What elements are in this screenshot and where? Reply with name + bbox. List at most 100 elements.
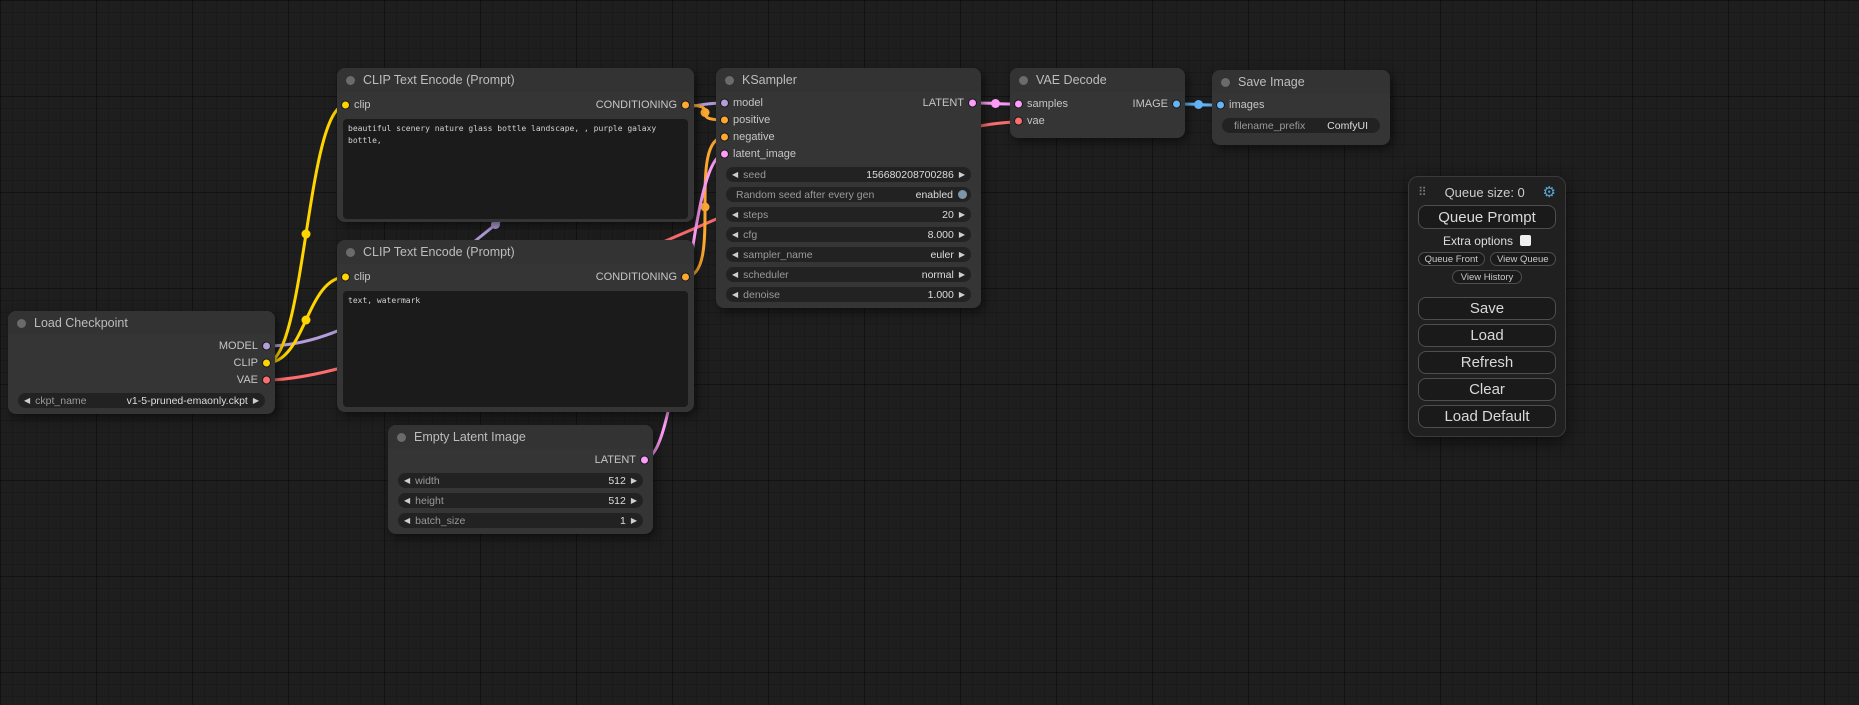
output-port-vae[interactable] bbox=[262, 375, 271, 384]
link-midpoint-dot bbox=[302, 230, 311, 239]
node-title-bar[interactable]: Save Image bbox=[1212, 70, 1390, 94]
refresh-button[interactable]: Refresh bbox=[1418, 351, 1556, 374]
increment-icon[interactable]: ▶ bbox=[959, 251, 965, 259]
widget-denoise[interactable]: ◀ denoise 1.000 ▶ bbox=[726, 287, 971, 302]
queue-front-button[interactable]: Queue Front bbox=[1418, 252, 1485, 266]
decrement-icon[interactable]: ◀ bbox=[732, 231, 738, 239]
load-button[interactable]: Load bbox=[1418, 324, 1556, 347]
node-title: Load Checkpoint bbox=[34, 316, 128, 330]
slot-row-vae: vae bbox=[1010, 112, 1185, 129]
decrement-icon[interactable]: ◀ bbox=[24, 397, 30, 405]
node-title-bar[interactable]: VAE Decode bbox=[1010, 68, 1185, 92]
queue-panel: ⠿ Queue size: 0 ⚙ Queue Prompt Extra opt… bbox=[1408, 176, 1566, 437]
input-port-positive[interactable] bbox=[720, 115, 729, 124]
node-clip-text-encode-negative[interactable]: CLIP Text Encode (Prompt) clip CONDITION… bbox=[337, 240, 694, 412]
save-button[interactable]: Save bbox=[1418, 297, 1556, 320]
input-port-clip[interactable] bbox=[341, 101, 350, 110]
slot-row-clip-conditioning: clip CONDITIONING bbox=[337, 95, 694, 115]
view-history-button[interactable]: View History bbox=[1452, 270, 1522, 284]
decrement-icon[interactable]: ◀ bbox=[732, 291, 738, 299]
node-title-bar[interactable]: KSampler bbox=[716, 68, 981, 92]
node-save-image[interactable]: Save Image images filename_prefix ComfyU… bbox=[1212, 70, 1390, 145]
node-title-bar[interactable]: CLIP Text Encode (Prompt) bbox=[337, 68, 694, 92]
collapse-dot-icon[interactable] bbox=[725, 76, 734, 85]
collapse-dot-icon[interactable] bbox=[1019, 76, 1028, 85]
increment-icon[interactable]: ▶ bbox=[959, 231, 965, 239]
increment-icon[interactable]: ▶ bbox=[631, 517, 637, 525]
node-load-checkpoint[interactable]: Load Checkpoint MODEL CLIP VAE ◀ ckpt_na… bbox=[8, 311, 275, 414]
drag-handle-icon[interactable]: ⠿ bbox=[1418, 185, 1427, 199]
node-title-bar[interactable]: CLIP Text Encode (Prompt) bbox=[337, 240, 694, 264]
input-port-negative[interactable] bbox=[720, 132, 729, 141]
widget-random-seed-toggle[interactable]: Random seed after every gen enabled bbox=[726, 187, 971, 202]
increment-icon[interactable]: ▶ bbox=[631, 477, 637, 485]
widget-batch-size[interactable]: ◀ batch_size 1 ▶ bbox=[398, 513, 643, 528]
input-port-samples[interactable] bbox=[1014, 99, 1023, 108]
input-port-latent-image[interactable] bbox=[720, 149, 729, 158]
increment-icon[interactable]: ▶ bbox=[631, 497, 637, 505]
decrement-icon[interactable]: ◀ bbox=[732, 271, 738, 279]
node-graph-canvas[interactable]: Load Checkpoint MODEL CLIP VAE ◀ ckpt_na… bbox=[0, 0, 1859, 705]
decrement-icon[interactable]: ◀ bbox=[404, 477, 410, 485]
node-title: Empty Latent Image bbox=[414, 430, 526, 444]
node-clip-text-encode-positive[interactable]: CLIP Text Encode (Prompt) clip CONDITION… bbox=[337, 68, 694, 222]
widget-scheduler[interactable]: ◀ scheduler normal ▶ bbox=[726, 267, 971, 282]
increment-icon[interactable]: ▶ bbox=[253, 397, 259, 405]
output-port-image[interactable] bbox=[1172, 99, 1181, 108]
collapse-dot-icon[interactable] bbox=[346, 76, 355, 85]
node-title: CLIP Text Encode (Prompt) bbox=[363, 245, 515, 259]
output-port-conditioning[interactable] bbox=[681, 101, 690, 110]
node-title-bar[interactable]: Empty Latent Image bbox=[388, 425, 653, 449]
input-port-images[interactable] bbox=[1216, 100, 1225, 109]
widget-sampler-name[interactable]: ◀ sampler_name euler ▶ bbox=[726, 247, 971, 262]
decrement-icon[interactable]: ◀ bbox=[404, 497, 410, 505]
slot-row-negative: negative bbox=[716, 128, 981, 145]
increment-icon[interactable]: ▶ bbox=[959, 171, 965, 179]
input-port-model[interactable] bbox=[720, 98, 729, 107]
link-wire-clip bbox=[266, 277, 346, 363]
collapse-dot-icon[interactable] bbox=[17, 319, 26, 328]
positive-prompt-textarea[interactable]: beautiful scenery nature glass bottle la… bbox=[343, 119, 688, 219]
output-port-conditioning[interactable] bbox=[681, 273, 690, 282]
decrement-icon[interactable]: ◀ bbox=[732, 171, 738, 179]
node-ksampler[interactable]: KSampler model LATENT positive negative bbox=[716, 68, 981, 308]
toggle-knob-icon[interactable] bbox=[958, 190, 967, 199]
widget-seed[interactable]: ◀ seed 156680208700286 ▶ bbox=[726, 167, 971, 182]
node-empty-latent-image[interactable]: Empty Latent Image LATENT ◀ width 512 ▶ … bbox=[388, 425, 653, 534]
node-title-bar[interactable]: Load Checkpoint bbox=[8, 311, 275, 335]
output-port-clip[interactable] bbox=[262, 358, 271, 367]
increment-icon[interactable]: ▶ bbox=[959, 271, 965, 279]
decrement-icon[interactable]: ◀ bbox=[732, 211, 738, 219]
slot-row-samples-image: samples IMAGE bbox=[1010, 95, 1185, 112]
history-row: View History bbox=[1418, 270, 1556, 284]
extra-options-row: Extra options bbox=[1418, 233, 1556, 248]
output-port-latent[interactable] bbox=[968, 98, 977, 107]
input-port-vae[interactable] bbox=[1014, 116, 1023, 125]
increment-icon[interactable]: ▶ bbox=[959, 211, 965, 219]
collapse-dot-icon[interactable] bbox=[1221, 78, 1230, 87]
output-row-model: MODEL bbox=[8, 337, 275, 354]
extra-options-checkbox[interactable] bbox=[1520, 235, 1531, 246]
load-default-button[interactable]: Load Default bbox=[1418, 405, 1556, 428]
clear-button[interactable]: Clear bbox=[1418, 378, 1556, 401]
collapse-dot-icon[interactable] bbox=[397, 433, 406, 442]
widget-filename-prefix[interactable]: filename_prefix ComfyUI bbox=[1222, 118, 1380, 133]
increment-icon[interactable]: ▶ bbox=[959, 291, 965, 299]
widget-steps[interactable]: ◀ steps 20 ▶ bbox=[726, 207, 971, 222]
widget-ckpt-name[interactable]: ◀ ckpt_name v1-5-pruned-emaonly.ckpt ▶ bbox=[18, 393, 265, 408]
queue-prompt-button[interactable]: Queue Prompt bbox=[1418, 205, 1556, 229]
slot-row-images: images bbox=[1212, 96, 1390, 113]
widget-width[interactable]: ◀ width 512 ▶ bbox=[398, 473, 643, 488]
output-port-latent[interactable] bbox=[640, 455, 649, 464]
output-port-model[interactable] bbox=[262, 341, 271, 350]
settings-gear-icon[interactable]: ⚙ bbox=[1543, 183, 1556, 201]
widget-height[interactable]: ◀ height 512 ▶ bbox=[398, 493, 643, 508]
collapse-dot-icon[interactable] bbox=[346, 248, 355, 257]
decrement-icon[interactable]: ◀ bbox=[732, 251, 738, 259]
view-queue-button[interactable]: View Queue bbox=[1490, 252, 1557, 266]
decrement-icon[interactable]: ◀ bbox=[404, 517, 410, 525]
negative-prompt-textarea[interactable]: text, watermark bbox=[343, 291, 688, 407]
widget-cfg[interactable]: ◀ cfg 8.000 ▶ bbox=[726, 227, 971, 242]
input-port-clip[interactable] bbox=[341, 273, 350, 282]
node-vae-decode[interactable]: VAE Decode samples IMAGE vae bbox=[1010, 68, 1185, 138]
